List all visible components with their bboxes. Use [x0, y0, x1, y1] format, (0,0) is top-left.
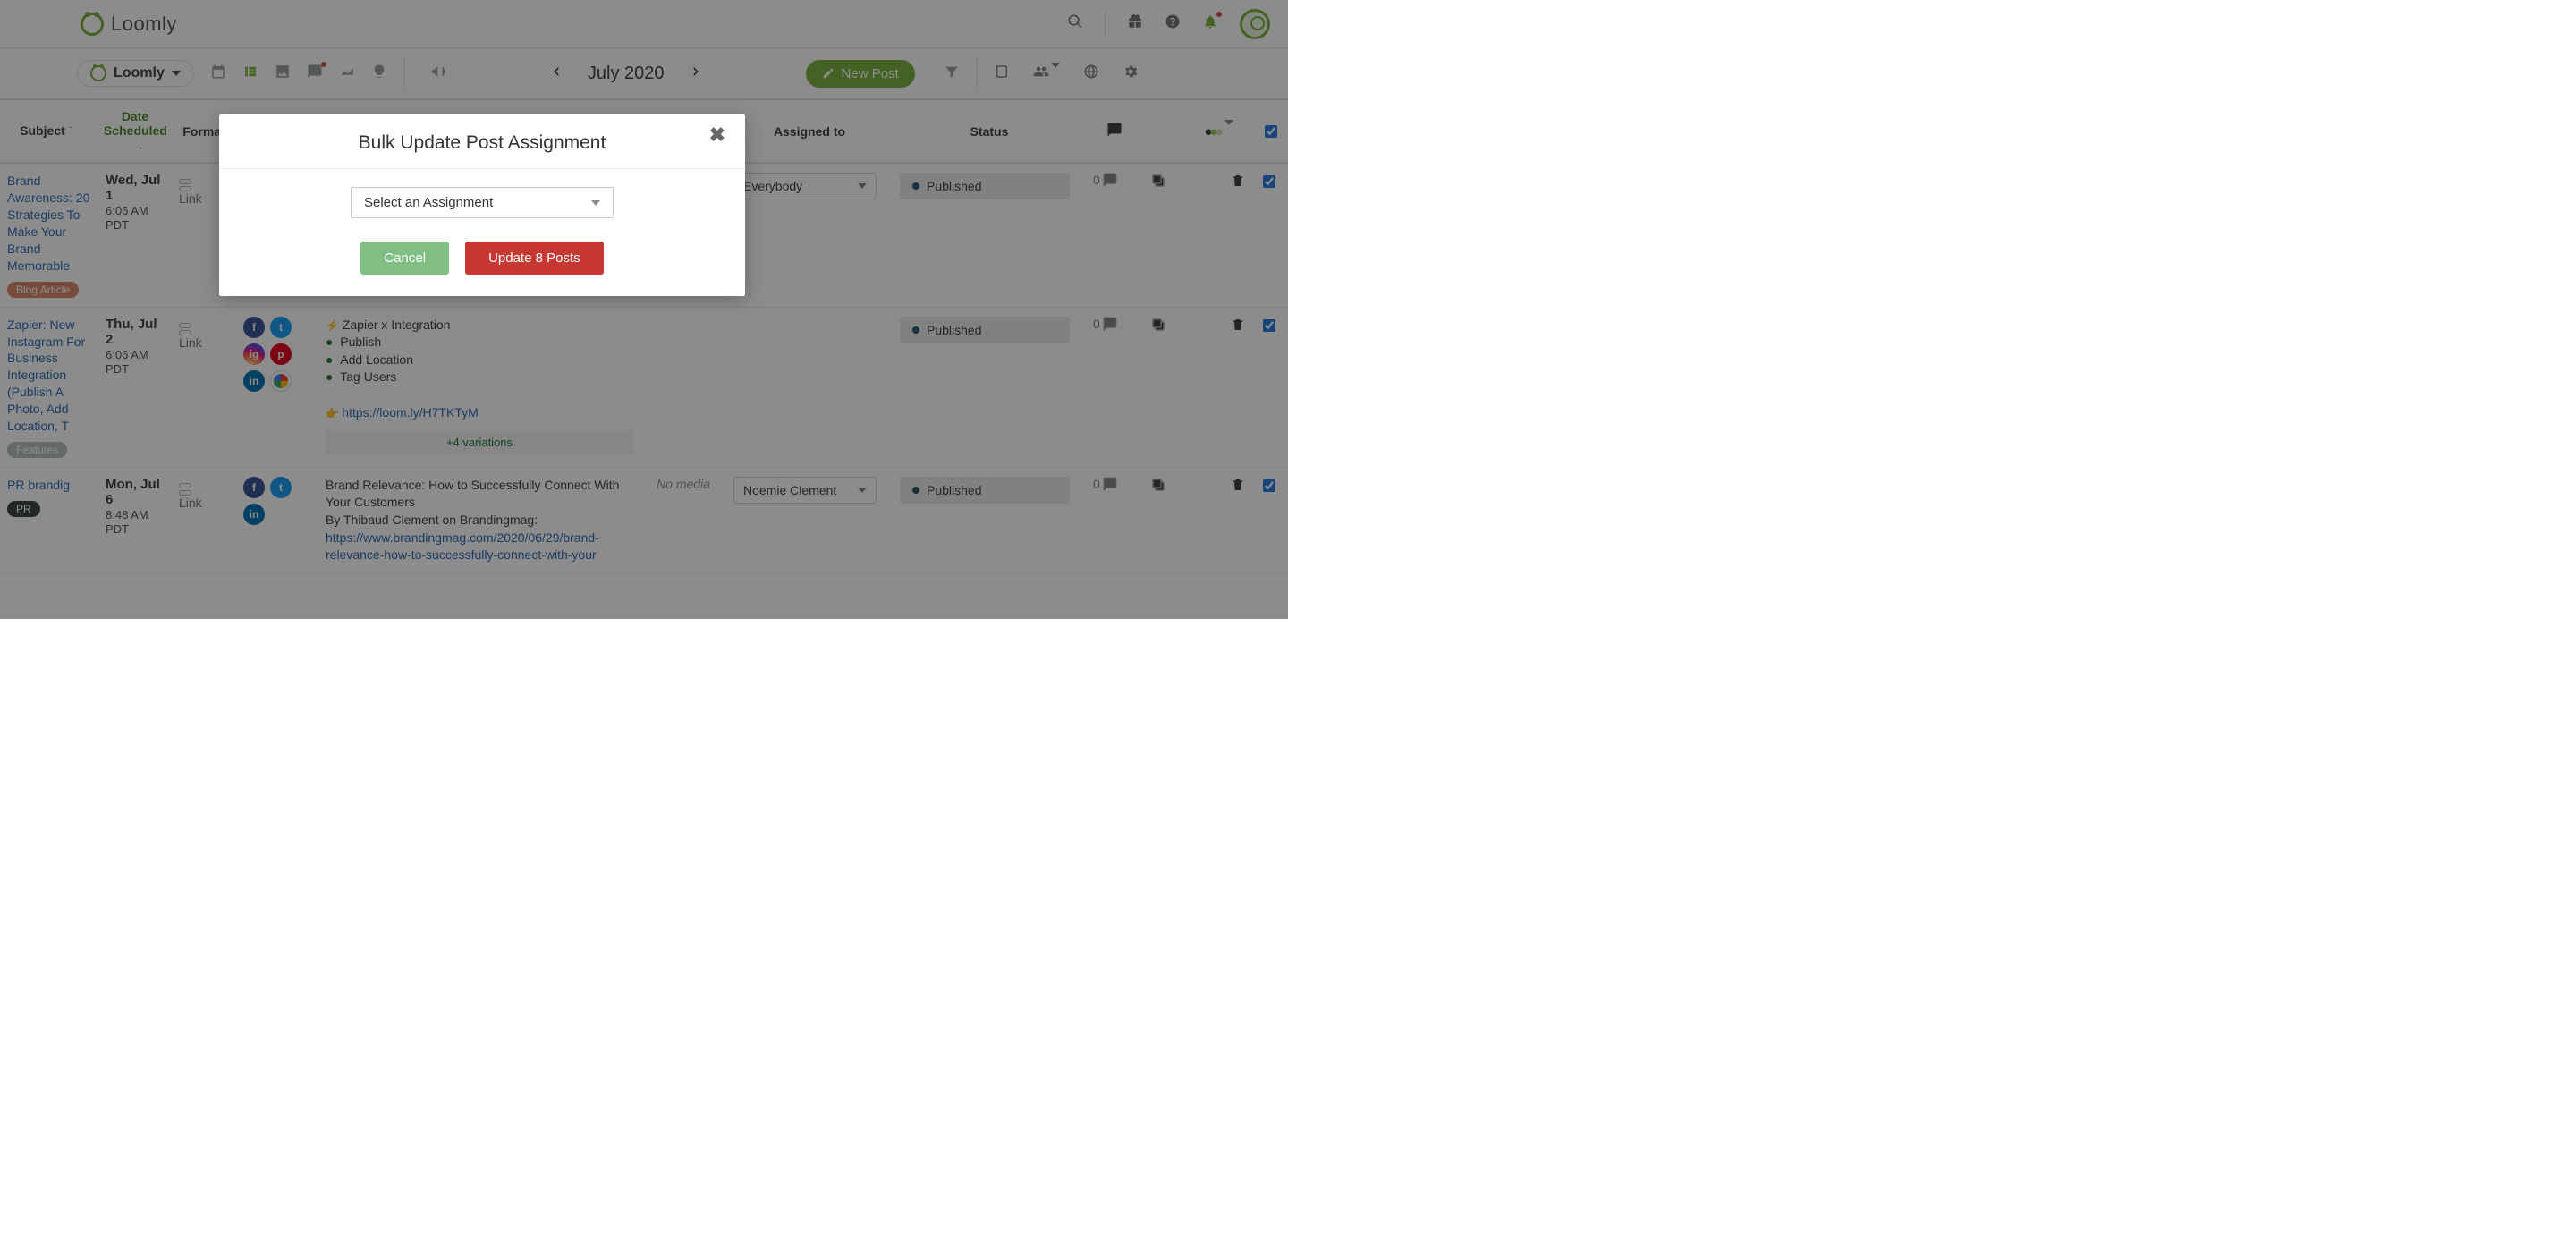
assignment-select-label: Select an Assignment — [364, 195, 493, 210]
modal-overlay[interactable] — [0, 0, 1288, 619]
chevron-down-icon — [591, 200, 600, 206]
modal-close-icon[interactable]: ✖ — [709, 123, 725, 147]
modal-header: Bulk Update Post Assignment ✖ — [219, 114, 745, 169]
cancel-button[interactable]: Cancel — [360, 242, 449, 275]
modal-buttons: Cancel Update 8 Posts — [360, 242, 603, 275]
bulk-update-modal: Bulk Update Post Assignment ✖ Select an … — [219, 114, 745, 296]
assignment-select[interactable]: Select an Assignment — [351, 187, 614, 218]
update-posts-button[interactable]: Update 8 Posts — [465, 242, 604, 275]
modal-title: Bulk Update Post Assignment — [359, 132, 606, 153]
modal-body: Select an Assignment Cancel Update 8 Pos… — [219, 169, 745, 296]
